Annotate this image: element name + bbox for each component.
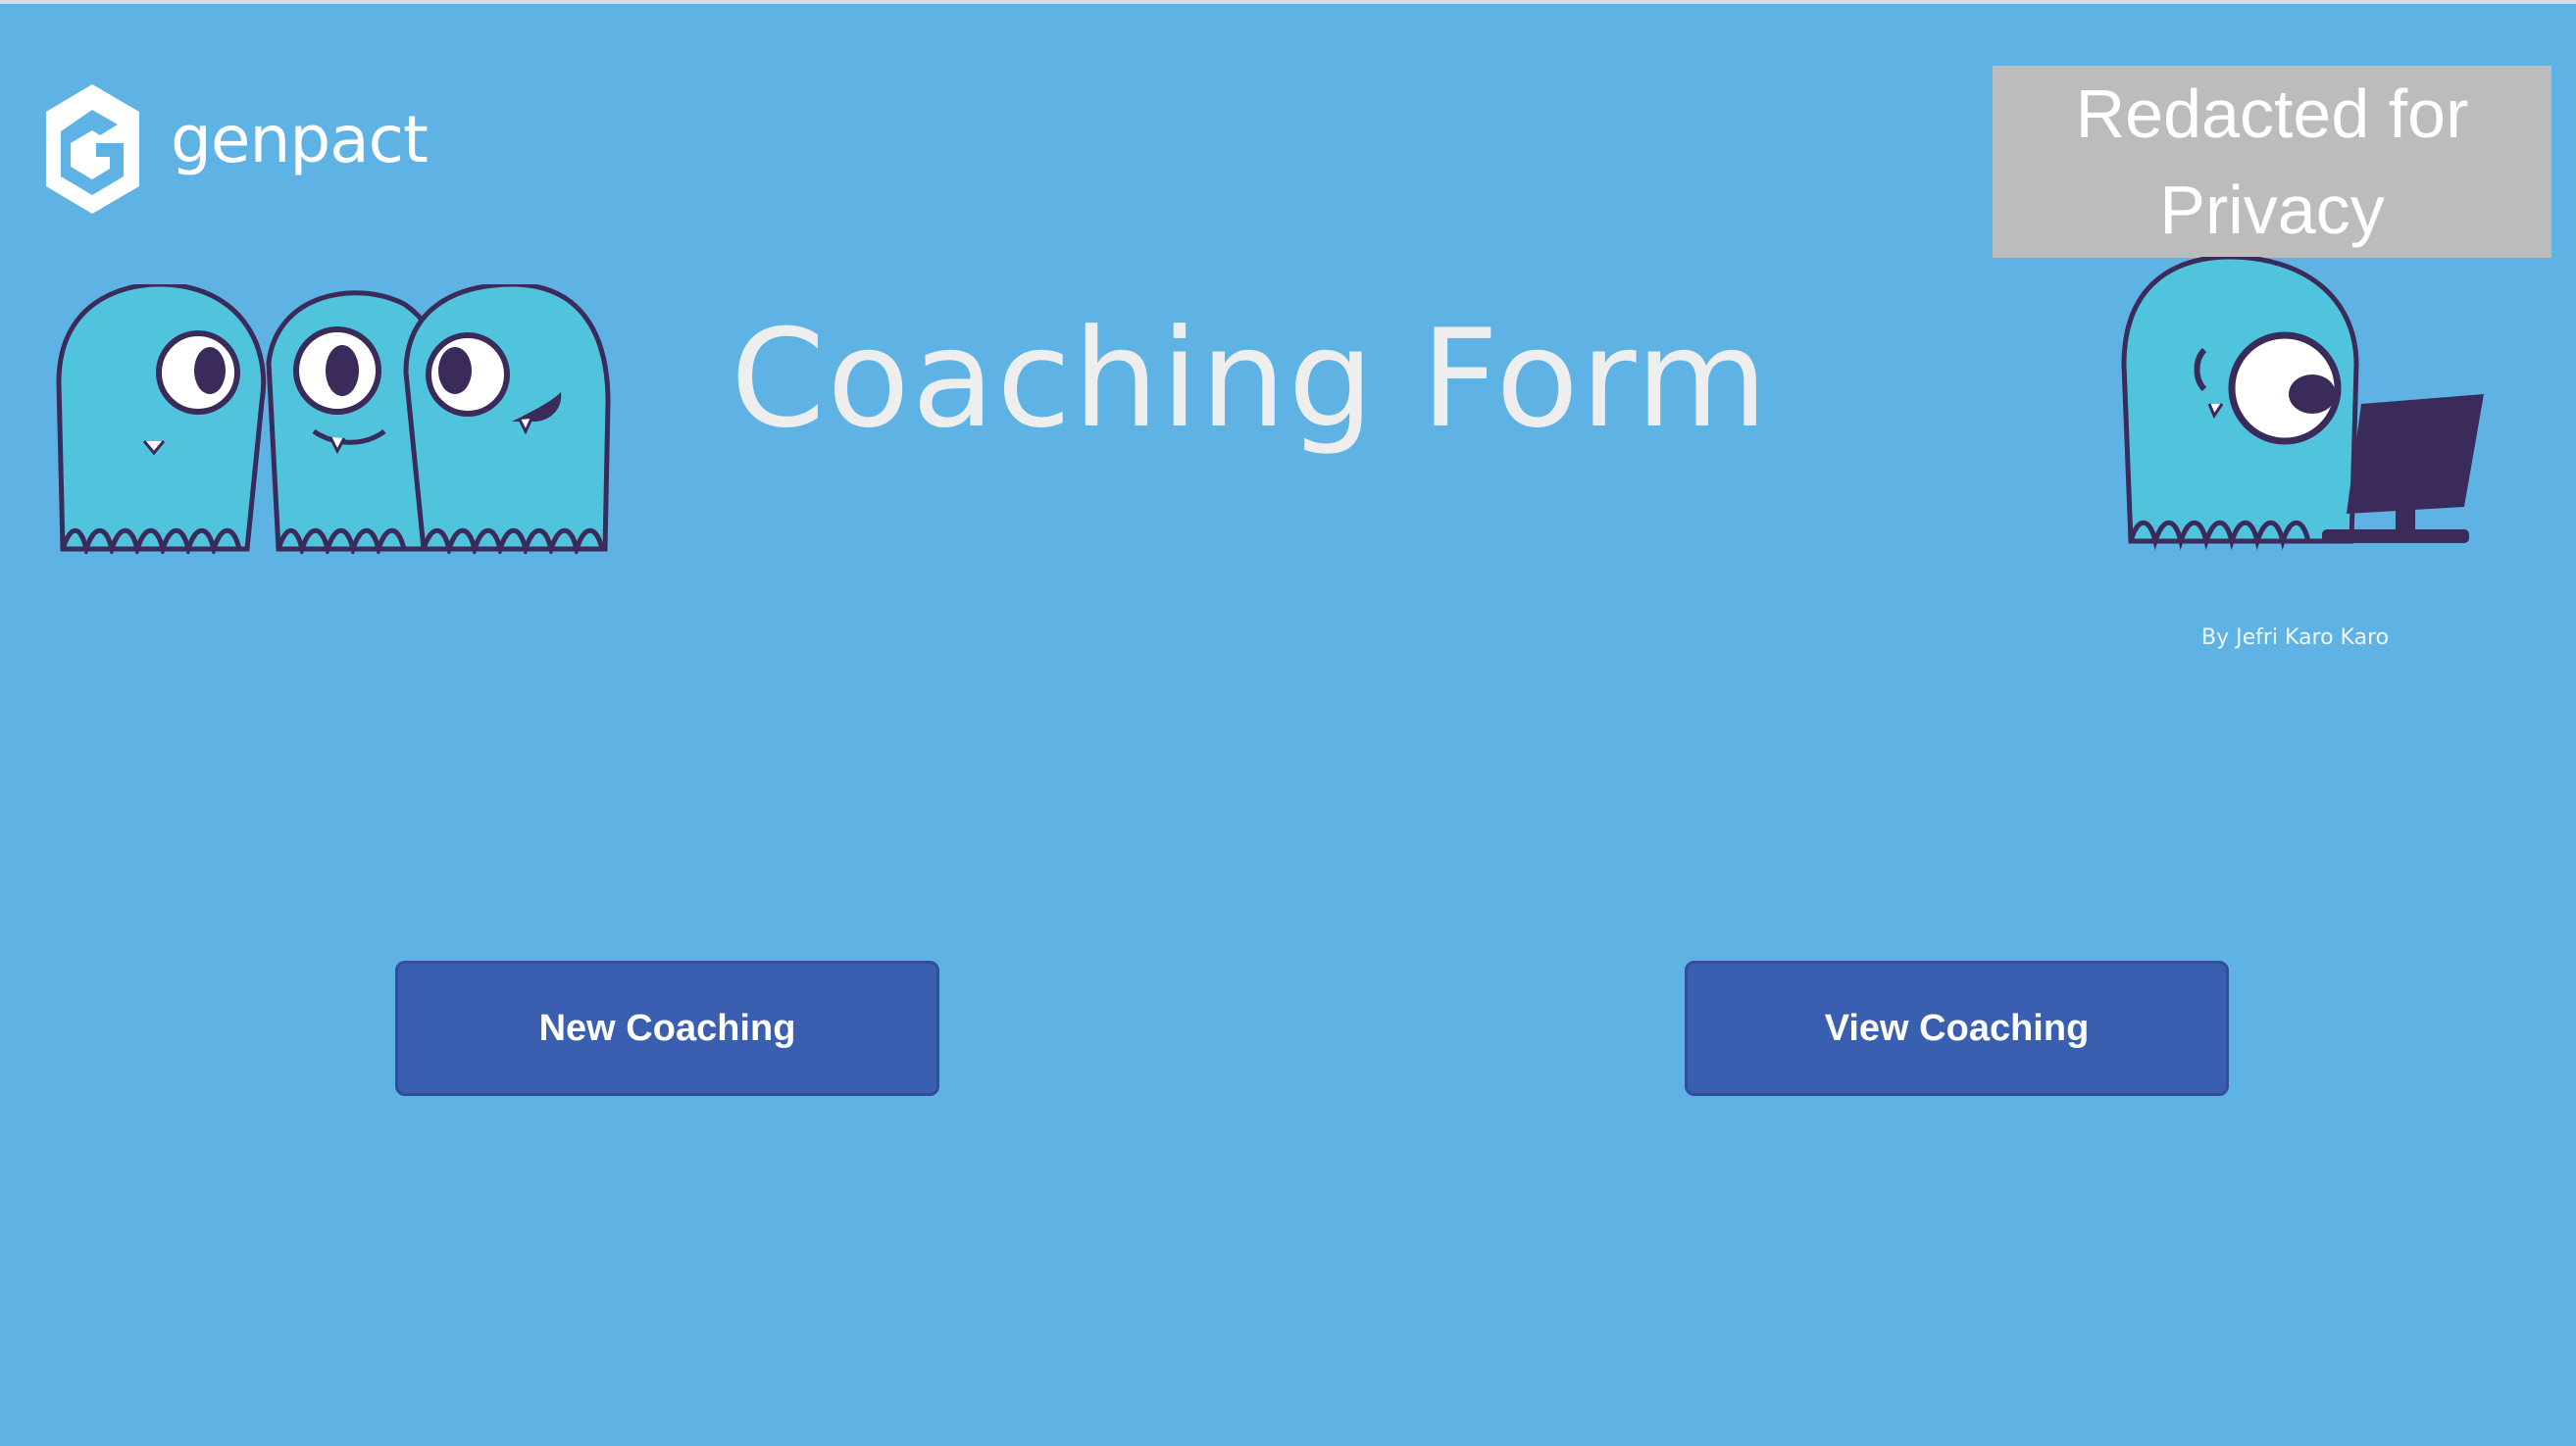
new-coaching-button[interactable]: New Coaching [395, 961, 939, 1096]
top-border [0, 0, 2576, 4]
monster-left-illustration [56, 284, 267, 554]
view-coaching-label: View Coaching [1824, 1007, 2090, 1049]
monsters-group-illustration [56, 284, 611, 554]
monster-right-illustration [403, 284, 611, 554]
genpact-logo: genpact [41, 80, 433, 227]
redacted-box: Redacted for Privacy [1993, 66, 2551, 258]
page-title: Coaching Form [731, 300, 1770, 458]
genpact-logo-text: genpact [171, 102, 429, 177]
new-coaching-label: New Coaching [538, 1007, 796, 1049]
author-byline: By Jefri Karo Karo [2201, 625, 2390, 650]
monster-laptop-illustration [2121, 257, 2484, 551]
genpact-logo-icon [46, 84, 139, 214]
view-coaching-button[interactable]: View Coaching [1685, 961, 2229, 1096]
